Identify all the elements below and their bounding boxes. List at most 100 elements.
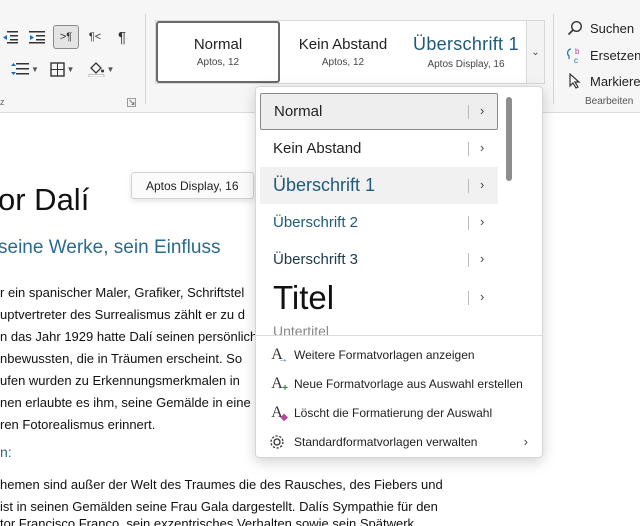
style-tooltip: Aptos Display, 16 xyxy=(131,172,254,199)
svg-text:b: b xyxy=(575,47,580,56)
style-item-divider xyxy=(468,142,469,156)
style-item-divider xyxy=(468,105,469,119)
find-label: Suchen xyxy=(590,20,635,36)
group-separator xyxy=(145,14,146,104)
ltr-paragraph-button[interactable]: >¶ xyxy=(53,25,79,49)
gallery-style-normal[interactable]: Normal Aptos, 12 xyxy=(156,21,280,83)
action-label: Neue Formatvorlage aus Auswahl erstellen xyxy=(294,376,523,391)
gallery-style-kein-abstand[interactable]: Kein Abstand Aptos, 12 xyxy=(284,21,402,83)
style-item-label: Überschrift 1 xyxy=(273,175,376,195)
increase-indent-icon xyxy=(29,31,45,44)
search-icon xyxy=(566,20,584,36)
manage-styles-button[interactable]: Standardformatvorlagen verwalten › xyxy=(266,427,536,456)
style-item-divider xyxy=(468,216,469,230)
dropdown-divider xyxy=(256,335,542,336)
style-item-label: Untertitel xyxy=(273,323,330,335)
chevron-down-icon: ▼ xyxy=(31,64,39,74)
editing-group-label: Bearbeiten xyxy=(585,96,634,107)
style-item-label: Titel xyxy=(273,279,335,316)
find-button[interactable]: Suchen xyxy=(566,20,634,36)
replace-button[interactable]: bc Ersetzen xyxy=(566,46,640,64)
chevron-right-icon[interactable]: › xyxy=(480,177,484,192)
dropdown-scrollbar[interactable] xyxy=(506,97,512,181)
gallery-style-ueberschrift-1[interactable]: Überschrift 1 Aptos Display, 16 xyxy=(406,21,526,83)
paint-bucket-icon xyxy=(88,62,104,77)
gallery-style-font: Aptos, 12 xyxy=(321,57,365,68)
decrease-indent-icon xyxy=(3,31,18,44)
rtl-paragraph-button[interactable]: ¶< xyxy=(84,26,106,48)
chevron-right-icon[interactable]: › xyxy=(480,140,484,155)
show-formatting-button[interactable]: ¶ xyxy=(111,26,133,48)
paragraph-dialog-launcher[interactable]: ↘ xyxy=(127,98,136,107)
style-item-divider xyxy=(468,291,469,305)
style-item-titel[interactable]: Titel xyxy=(260,276,498,320)
style-item-label: Überschrift 2 xyxy=(273,214,359,231)
cursor-icon xyxy=(566,73,584,89)
increase-indent-button[interactable] xyxy=(26,26,48,48)
gallery-style-font: Aptos Display, 16 xyxy=(427,59,505,70)
replace-label: Ersetzen xyxy=(590,47,640,63)
gallery-style-name: Normal xyxy=(193,36,243,53)
styles-dropdown-menu: Normal › Kein Abstand › Überschrift 1 › … xyxy=(255,86,543,458)
body-line: ist in seinen Gemälden seine Frau Gala d… xyxy=(0,499,438,514)
shading-button[interactable]: ▼ xyxy=(84,58,118,80)
chevron-down-icon: ▼ xyxy=(66,64,75,74)
body-line: nen erlaubte es ihm, seine Gemälde in ei… xyxy=(0,395,251,410)
style-item-untertitel[interactable]: Untertitel xyxy=(260,323,498,335)
gallery-style-name: Kein Abstand xyxy=(298,36,388,53)
body-line: r ein spanischer Maler, Grafiker, Schrif… xyxy=(0,285,245,300)
document-heading: n: xyxy=(0,444,12,460)
line-spacing-icon xyxy=(11,63,30,75)
chevron-right-icon: › xyxy=(523,434,528,449)
style-gallery: Normal Aptos, 12 Kein Abstand Aptos, 12 … xyxy=(155,20,545,84)
gallery-style-font: Aptos, 12 xyxy=(196,57,240,68)
chevron-right-icon[interactable]: › xyxy=(480,289,484,304)
clear-formatting-button[interactable]: A ◆ Löscht die Formatierung der Auswahl xyxy=(266,398,536,427)
rtl-paragraph-icon: ¶< xyxy=(88,31,102,43)
new-style-icon: A + xyxy=(271,374,288,394)
chevron-right-icon[interactable]: › xyxy=(480,103,484,118)
style-item-label: Normal xyxy=(274,103,323,120)
style-item-kein-abstand[interactable]: Kein Abstand xyxy=(260,130,498,167)
select-button[interactable]: Markieren xyxy=(566,73,640,89)
borders-icon xyxy=(49,61,65,77)
chevron-right-icon[interactable]: › xyxy=(480,251,484,266)
more-styles-button[interactable]: A → Weitere Formatvorlagen anzeigen xyxy=(266,340,536,369)
svg-text:c: c xyxy=(574,56,578,64)
create-style-button[interactable]: A + Neue Formatvorlage aus Auswahl erstel… xyxy=(266,369,536,398)
pilcrow-icon: ¶ xyxy=(117,28,127,46)
decrease-indent-button[interactable] xyxy=(0,26,20,48)
body-line: ufen wurden zu Erkennungsmerkmalen in xyxy=(0,373,240,388)
paragraph-group-label: z xyxy=(0,97,5,107)
more-styles-icon: A → xyxy=(271,345,288,365)
style-item-divider xyxy=(468,253,469,267)
chevron-down-icon: ▼ xyxy=(106,64,115,74)
ltr-paragraph-icon: >¶ xyxy=(59,31,73,43)
select-label: Markieren xyxy=(590,73,640,89)
clear-formatting-icon: A ◆ xyxy=(271,403,288,423)
style-item-ueberschrift-3[interactable]: Überschrift 3 xyxy=(260,241,498,278)
action-label: Löscht die Formatierung der Auswahl xyxy=(294,405,493,420)
style-item-label: Kein Abstand xyxy=(273,140,362,157)
style-item-divider xyxy=(468,179,469,193)
body-line: n das Jahr 1929 hatte Dalí seinen persön… xyxy=(0,329,258,344)
style-item-normal[interactable]: Normal xyxy=(260,93,498,130)
gear-icon xyxy=(266,432,288,452)
line-spacing-button[interactable]: ▼ xyxy=(8,58,42,80)
gallery-expand-button[interactable]: ⌄ xyxy=(526,21,544,83)
style-item-ueberschrift-1[interactable]: Überschrift 1 xyxy=(260,167,498,204)
document-title: or Dalí xyxy=(0,182,90,217)
gallery-style-name: Überschrift 1 xyxy=(413,34,519,54)
body-line: tor Francisco Franco, sein exzentrisches… xyxy=(0,516,415,526)
borders-button[interactable]: ▼ xyxy=(46,58,78,80)
style-item-ueberschrift-2[interactable]: Überschrift 2 xyxy=(260,204,498,241)
document-subtitle: seine Werke, sein Einfluss xyxy=(0,237,221,258)
style-item-label: Überschrift 3 xyxy=(273,251,359,268)
action-label: Standardformatvorlagen verwalten xyxy=(294,434,478,449)
replace-icon: bc xyxy=(566,46,584,64)
group-separator xyxy=(553,14,554,104)
body-line: ren Fotorealismus erinnert. xyxy=(0,417,156,432)
chevron-down-icon: ⌄ xyxy=(531,46,540,58)
chevron-right-icon[interactable]: › xyxy=(480,214,484,229)
body-line: uptvertreter des Surrealismus zählt er z… xyxy=(0,307,245,322)
